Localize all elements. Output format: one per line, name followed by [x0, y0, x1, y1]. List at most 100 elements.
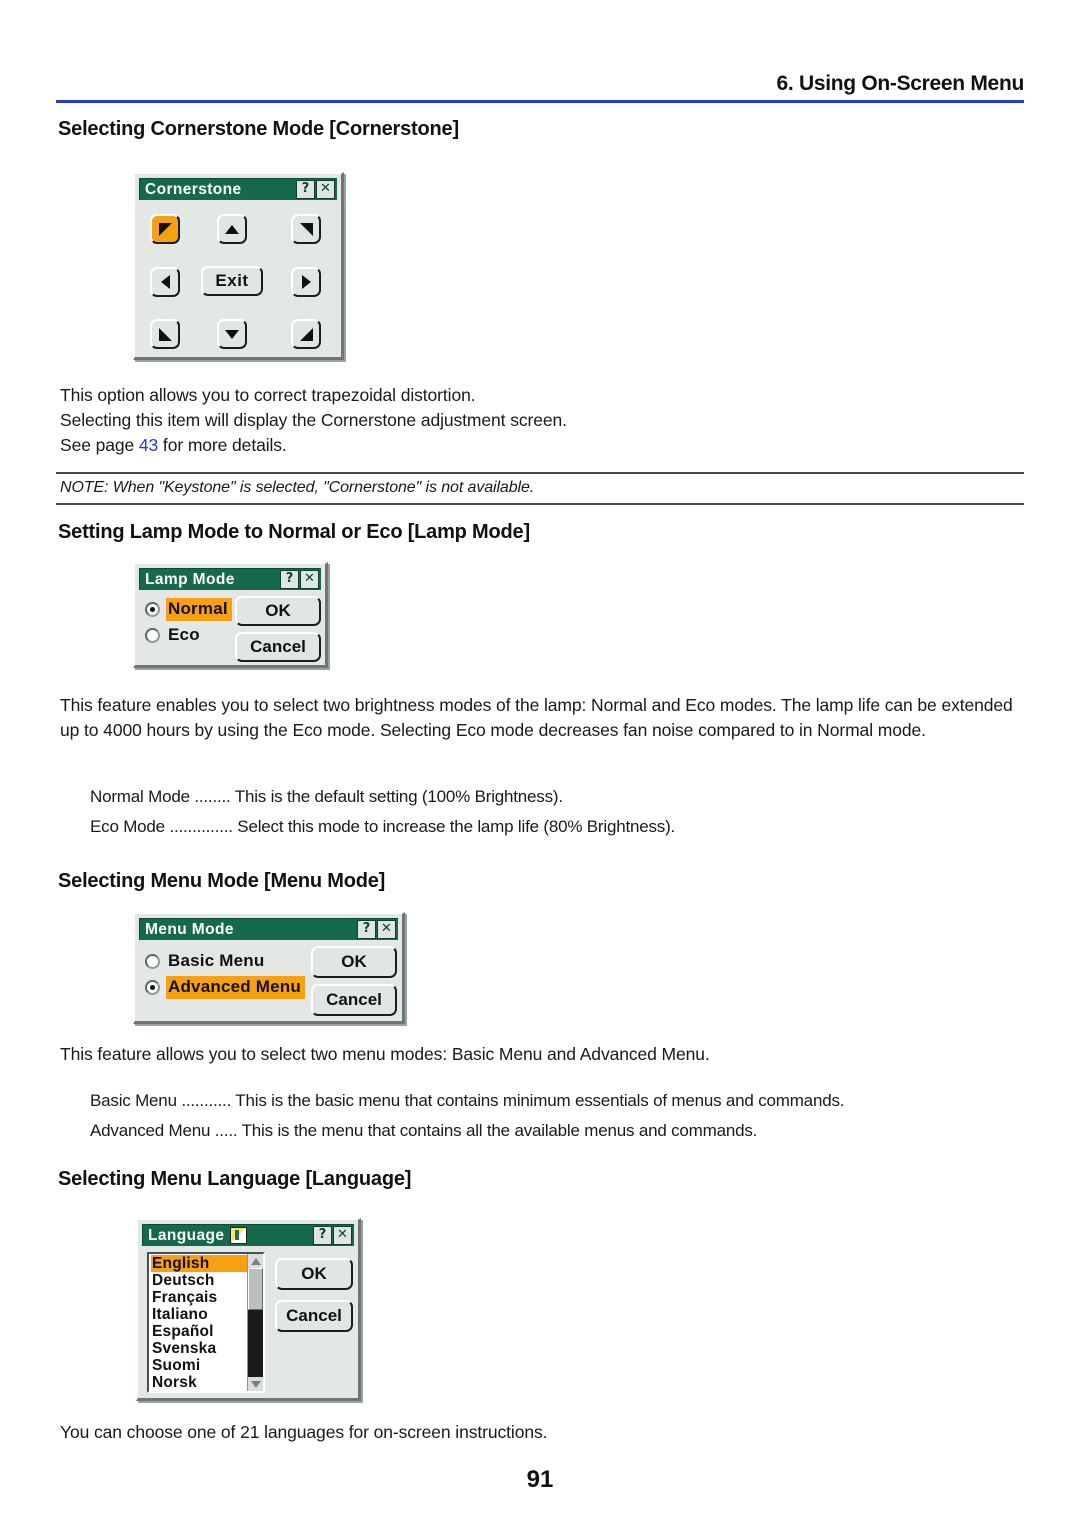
- corner-top-left-icon: [158, 222, 172, 236]
- language-cancel-button[interactable]: Cancel: [275, 1300, 353, 1332]
- lamp-mode-radio-group: Normal Eco: [145, 596, 232, 648]
- scroll-down-icon[interactable]: [248, 1377, 263, 1391]
- help-icon[interactable]: ?: [313, 1226, 332, 1245]
- note-rule-bottom: [56, 503, 1024, 505]
- menu-mode-cancel-button[interactable]: Cancel: [311, 984, 397, 1016]
- heading-cornerstone: Selecting Cornerstone Mode [Cornerstone]: [58, 118, 459, 140]
- cornerstone-dialog[interactable]: Cornerstone ? ✕ Exit: [133, 172, 344, 360]
- header-rule: [56, 100, 1024, 103]
- help-icon[interactable]: ?: [296, 180, 315, 199]
- menu-mode-radio-group: Basic Menu Advanced Menu: [145, 948, 305, 1000]
- close-icon[interactable]: ✕: [377, 920, 396, 939]
- language-dialog[interactable]: Language ? ✕ English Deutsch Français It…: [136, 1218, 361, 1401]
- heading-language: Selecting Menu Language [Language]: [58, 1168, 412, 1190]
- page-reference-link[interactable]: 43: [139, 435, 158, 455]
- menu-mode-titlebar: Menu Mode ? ✕: [139, 918, 398, 940]
- list-item[interactable]: Suomi: [151, 1357, 247, 1374]
- lamp-mode-dialog[interactable]: Lamp Mode ? ✕ Normal Eco OK Cancel: [133, 562, 328, 668]
- arrow-up-button[interactable]: [217, 214, 247, 244]
- lamp-mode-title: Lamp Mode: [145, 570, 235, 588]
- close-icon[interactable]: ✕: [316, 180, 335, 199]
- list-item[interactable]: Français: [151, 1289, 247, 1306]
- radio-unselected-icon[interactable]: [145, 627, 160, 643]
- help-icon[interactable]: ?: [280, 570, 299, 589]
- exit-cell: Exit: [201, 266, 263, 296]
- cornerstone-titlebar: Cornerstone ? ✕: [139, 178, 337, 200]
- cornerstone-note-text: NOTE: When "Keystone" is selected, "Corn…: [60, 479, 535, 496]
- list-item[interactable]: Deutsch: [151, 1272, 247, 1289]
- lamp-mode-option-eco[interactable]: Eco: [145, 622, 232, 648]
- corner-top-right-button[interactable]: [291, 214, 321, 244]
- language-listbox[interactable]: English Deutsch Français Italiano Españo…: [147, 1252, 265, 1393]
- radio-selected-icon[interactable]: [145, 979, 160, 995]
- arrow-down-cell: [217, 319, 247, 349]
- language-paragraph: You can choose one of 21 languages for o…: [60, 1422, 548, 1442]
- menu-mode-option-basic-label: Basic Menu: [168, 950, 265, 970]
- lamp-mode-titlebar: Lamp Mode ? ✕: [139, 568, 321, 590]
- corner-top-left-button[interactable]: [150, 214, 180, 244]
- language-title: Language: [148, 1226, 225, 1244]
- list-item[interactable]: Español: [151, 1323, 247, 1340]
- corner-bottom-right-button[interactable]: [291, 319, 321, 349]
- arrow-right-icon: [301, 275, 311, 289]
- scroll-track[interactable]: [248, 1268, 263, 1377]
- lamp-mode-option-normal-label: Normal: [166, 597, 232, 621]
- menu-mode-option-basic[interactable]: Basic Menu: [145, 948, 305, 974]
- list-item[interactable]: Svenska: [151, 1340, 247, 1357]
- lamp-mode-body: Normal Eco OK Cancel: [139, 590, 321, 670]
- scroll-thumb[interactable]: [248, 1268, 263, 1310]
- scroll-up-icon[interactable]: [248, 1254, 263, 1268]
- language-scrollbar[interactable]: [247, 1254, 263, 1391]
- arrow-right-button[interactable]: [291, 267, 321, 297]
- corner-bottom-right-icon: [299, 327, 313, 341]
- close-icon[interactable]: ✕: [333, 1226, 352, 1245]
- arrow-left-icon: [160, 275, 170, 289]
- arrow-up-icon: [225, 224, 239, 234]
- arrow-down-button[interactable]: [217, 319, 247, 349]
- lamp-mode-definition-eco: Eco Mode .............. Select this mode…: [90, 817, 676, 836]
- corner-bottom-left-button[interactable]: [150, 319, 180, 349]
- menu-mode-definition-advanced: Advanced Menu ..... This is the menu tha…: [90, 1121, 758, 1140]
- close-icon[interactable]: ✕: [300, 570, 319, 589]
- page-header: 6. Using On-Screen Menu: [56, 72, 1024, 103]
- lamp-mode-definition-normal: Normal Mode ........ This is the default…: [90, 787, 563, 806]
- arrow-left-cell: [150, 267, 180, 297]
- arrow-down-icon: [225, 329, 239, 339]
- lamp-mode-ok-button[interactable]: OK: [235, 596, 321, 626]
- language-globe-icon: [230, 1227, 248, 1244]
- corner-top-left-cell: [150, 214, 180, 244]
- language-ok-button[interactable]: OK: [275, 1258, 353, 1290]
- language-titlebar: Language ? ✕: [142, 1224, 354, 1246]
- list-item[interactable]: Italiano: [151, 1306, 247, 1323]
- lamp-mode-option-normal[interactable]: Normal: [145, 596, 232, 622]
- list-item[interactable]: Norsk: [151, 1374, 247, 1391]
- cornerstone-title: Cornerstone: [145, 180, 242, 198]
- language-item-list: English Deutsch Français Italiano Españo…: [149, 1254, 247, 1391]
- arrow-up-cell: [217, 214, 247, 244]
- corner-bottom-left-icon: [158, 327, 172, 341]
- menu-mode-definition-basic: Basic Menu ........... This is the basic…: [90, 1091, 845, 1110]
- radio-selected-icon[interactable]: [145, 601, 160, 617]
- arrow-left-button[interactable]: [150, 267, 180, 297]
- language-body: English Deutsch Français Italiano Españo…: [142, 1246, 354, 1400]
- list-item[interactable]: English: [151, 1255, 247, 1272]
- cornerstone-paragraph-line3: See page 43 for more details.: [60, 433, 760, 458]
- lamp-mode-option-eco-label: Eco: [168, 624, 200, 644]
- menu-mode-paragraph: This feature allows you to select two me…: [60, 1044, 710, 1064]
- corner-bottom-right-cell: [291, 319, 321, 349]
- help-icon[interactable]: ?: [357, 920, 376, 939]
- lamp-mode-cancel-button[interactable]: Cancel: [235, 632, 321, 662]
- see-page-suffix: for more details.: [158, 435, 287, 455]
- corner-bottom-left-cell: [150, 319, 180, 349]
- menu-mode-option-advanced-label: Advanced Menu: [166, 975, 305, 999]
- menu-mode-ok-button[interactable]: OK: [311, 946, 397, 978]
- exit-button[interactable]: Exit: [201, 266, 263, 296]
- menu-mode-dialog[interactable]: Menu Mode ? ✕ Basic Menu Advanced Menu O…: [133, 912, 405, 1024]
- menu-mode-definition-list: Basic Menu ........... This is the basic…: [90, 1086, 844, 1146]
- radio-unselected-icon[interactable]: [145, 953, 160, 969]
- see-page-prefix: See page: [60, 435, 139, 455]
- lamp-mode-definition-list: Normal Mode ........ This is the default…: [90, 782, 675, 842]
- cornerstone-button-grid: Exit: [139, 200, 337, 354]
- menu-mode-option-advanced[interactable]: Advanced Menu: [145, 974, 305, 1000]
- arrow-right-cell: [291, 267, 321, 297]
